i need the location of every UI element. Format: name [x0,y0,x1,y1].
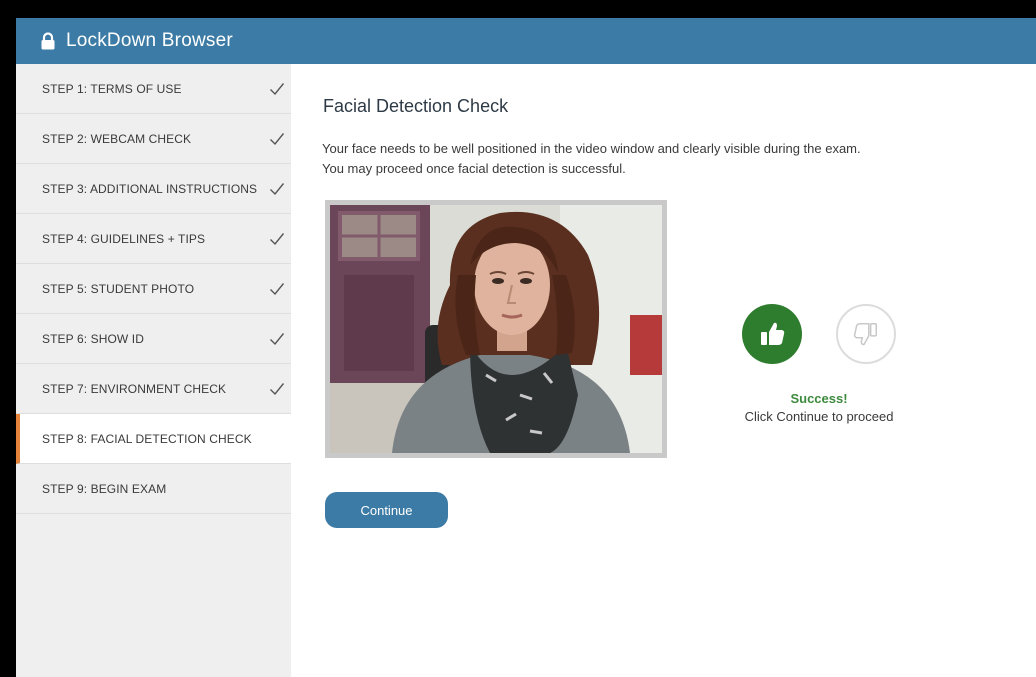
thumbs-down-icon [836,304,896,364]
checkmark-icon [270,232,285,245]
webcam-feed-image [330,205,662,453]
webcam-video-window [325,200,667,458]
checkmark-icon [270,282,285,295]
lock-icon [41,32,55,50]
step-label: STEP 5: STUDENT PHOTO [42,281,195,296]
checkmark-icon [270,182,285,195]
thumbs-up-icon [742,304,802,364]
title-bar: LockDown Browser [16,18,1036,64]
sidebar-step-guidelines-tips[interactable]: STEP 4: GUIDELINES + TIPS [16,214,291,264]
checkmark-icon [270,82,285,95]
checkmark-icon [270,132,285,145]
detection-result-icons [721,304,917,364]
step-label: STEP 1: TERMS OF USE [42,81,182,96]
lockdown-browser-window: LockDown Browser STEP 1: TERMS OF USE ST… [16,18,1036,677]
webcam-feed [330,205,662,453]
page-title: Facial Detection Check [323,96,509,116]
sidebar-step-terms-of-use[interactable]: STEP 1: TERMS OF USE [16,64,291,114]
step-label: STEP 6: SHOW ID [42,331,144,346]
sidebar-step-student-photo[interactable]: STEP 5: STUDENT PHOTO [16,264,291,314]
steps-sidebar: STEP 1: TERMS OF USE STEP 2: WEBCAM CHEC… [16,64,291,677]
step-label: STEP 7: ENVIRONMENT CHECK [42,381,227,396]
continue-button[interactable]: Continue [325,492,448,528]
step-label: STEP 8: FACIAL DETECTION CHECK [42,431,252,446]
sidebar-step-additional-instructions[interactable]: STEP 3: ADDITIONAL INSTRUCTIONS [16,164,291,214]
main-panel: Facial Detection Check Your face needs t… [291,64,1036,677]
app-title: LockDown Browser [66,30,233,51]
checkmark-icon [270,382,285,395]
step-label: STEP 4: GUIDELINES + TIPS [42,231,206,246]
sidebar-step-webcam-check[interactable]: STEP 2: WEBCAM CHECK [16,114,291,164]
sidebar-step-show-id[interactable]: STEP 6: SHOW ID [16,314,291,364]
step-label: STEP 3: ADDITIONAL INSTRUCTIONS [42,181,258,196]
proceed-message: Click Continue to proceed [744,409,894,424]
checkmark-icon [270,332,285,345]
step-label: STEP 9: BEGIN EXAM [42,481,167,496]
facial-detection-feedback: Success! Click Continue to proceed [721,304,917,424]
sidebar-step-facial-detection-check[interactable]: STEP 8: FACIAL DETECTION CHECK [16,414,291,464]
sidebar-step-begin-exam[interactable]: STEP 9: BEGIN EXAM [16,464,291,514]
instructions-line-1: Your face needs to be well positioned in… [322,141,861,156]
step-label: STEP 2: WEBCAM CHECK [42,131,192,146]
instructions-line-2: You may proceed once facial detection is… [322,161,626,176]
instructions-text: Your face needs to be well positioned in… [322,139,1002,179]
content-area: STEP 1: TERMS OF USE STEP 2: WEBCAM CHEC… [16,64,1036,677]
sidebar-step-environment-check[interactable]: STEP 7: ENVIRONMENT CHECK [16,364,291,414]
success-status: Success! [790,391,848,406]
